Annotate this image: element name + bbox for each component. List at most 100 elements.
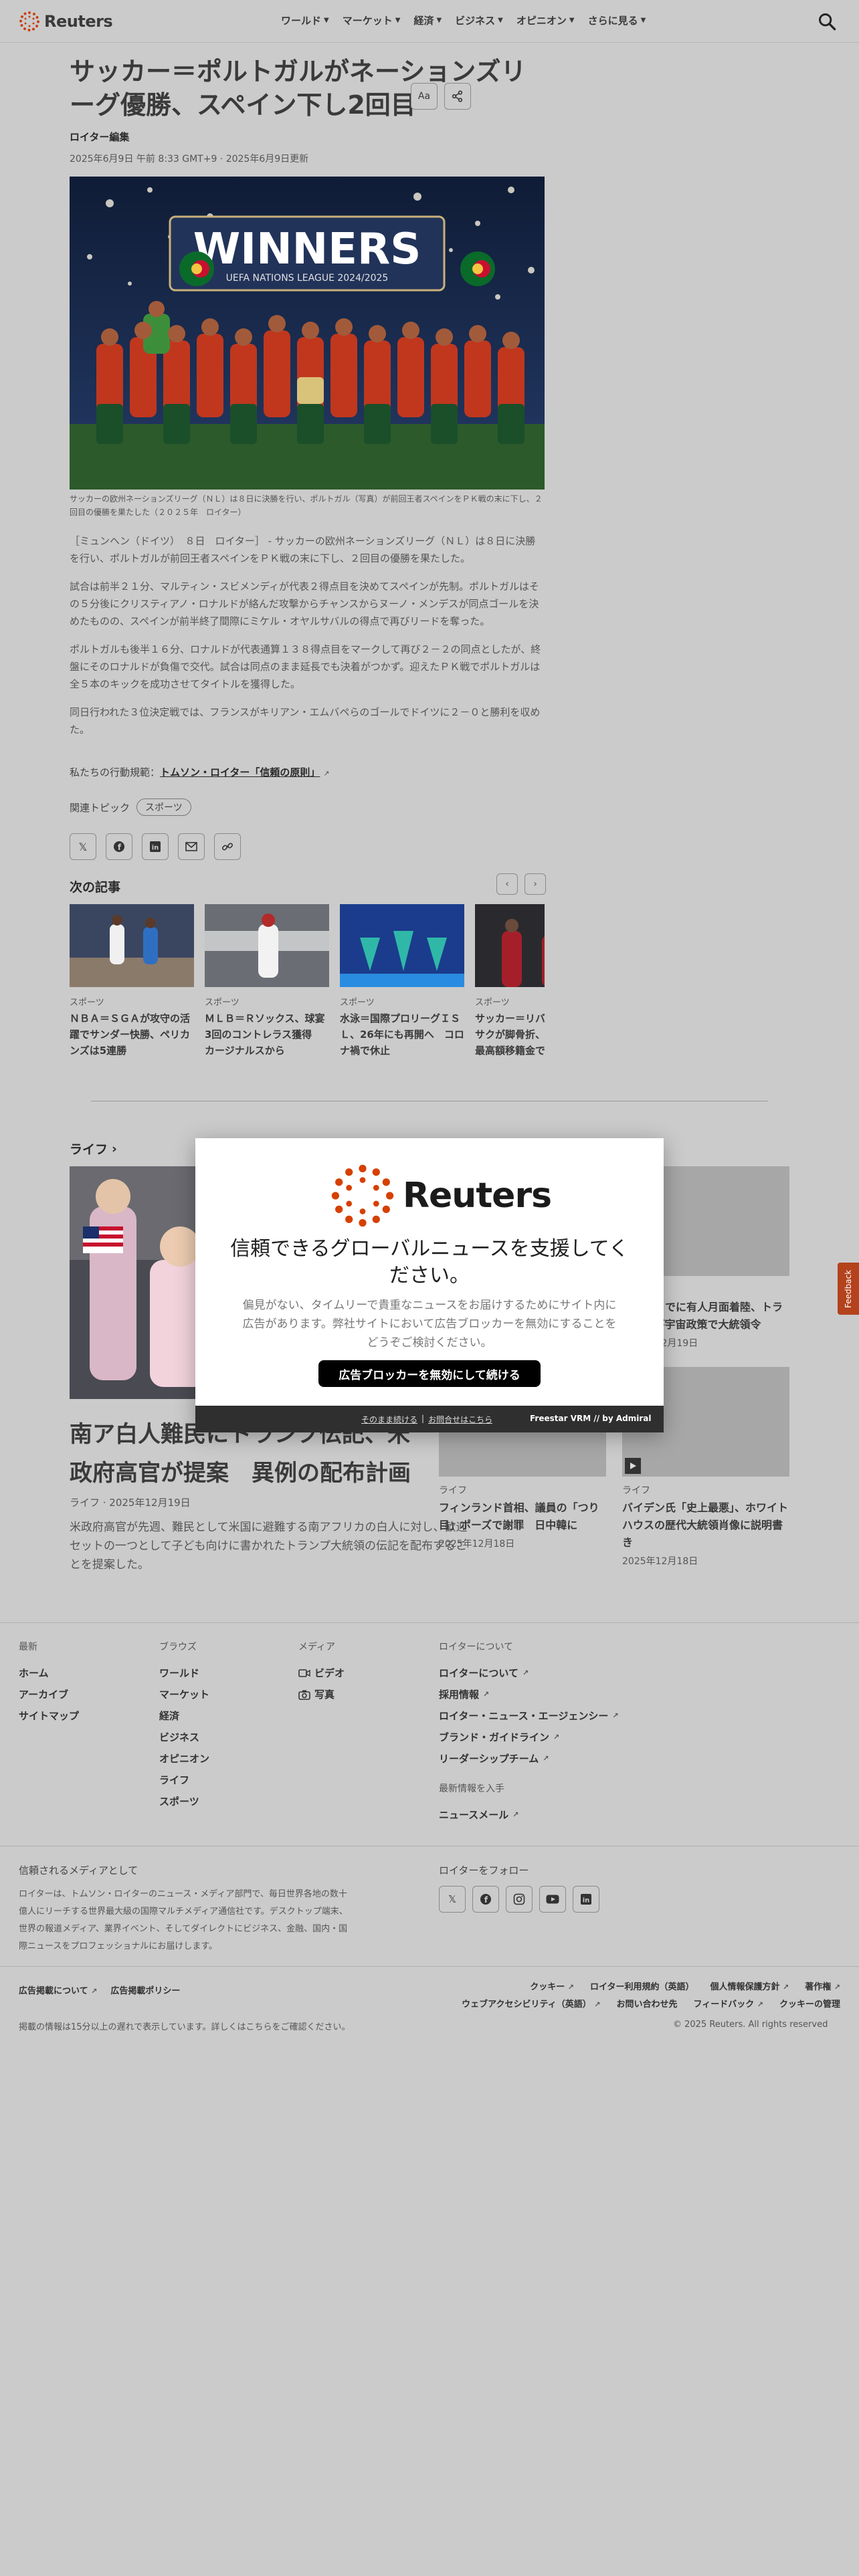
external-link-icon: ↗ [91, 1987, 98, 1996]
legal-link[interactable]: フィードバック ↗ [693, 1998, 763, 2012]
photo-caption: サッカーの欧州ネーションズリーグ（ＮＬ）は８日に決勝を行い、ポルトガル（写真）が… [70, 494, 543, 517]
card-kicker: スポーツ [475, 998, 510, 1008]
hero-photo-illustration: WINNERS UEFA NATIONS LEAGUE 2024/2025 [70, 177, 545, 490]
share-linkedin-button[interactable]: in [142, 833, 169, 860]
feedback-tab[interactable]: Feedback [838, 1263, 859, 1315]
share-email-button[interactable] [178, 833, 205, 860]
legal-link[interactable]: 著作権 ↗ [805, 1981, 840, 1994]
related-topics-label: 関連トピック [70, 801, 130, 814]
card-kicker: スポーツ [70, 998, 104, 1008]
share-x-button[interactable]: 𝕏 [70, 833, 96, 860]
nav-label: 経済 [413, 15, 434, 27]
card-title: 水泳＝国際プロリーグＩＳＬ、26年にも再開へ コロナ禍で休止 [340, 1012, 464, 1057]
footer-col-media: メディア ビデオ 写真 [298, 1640, 345, 1705]
play-icon [625, 1458, 641, 1474]
share-button[interactable] [444, 83, 471, 110]
disable-adblocker-button[interactable]: 広告ブロッカーを無効にして続ける [318, 1360, 541, 1387]
trust-principles-link[interactable]: トムソン・ロイター「信頼の原則」 [160, 766, 320, 778]
article-tools: Aa [411, 83, 471, 110]
next-article-card[interactable]: スポーツ ＭＬＢ＝Ｒソックス、球宴3回のコントレラス獲得 カージナルスから [205, 904, 329, 1065]
article-paragraph: ポルトガルも後半１６分、ロナルドが代表通算１３８得点目をマークして再び２－２の同… [70, 643, 541, 690]
footer-link[interactable]: スポーツ [159, 1791, 209, 1812]
nav-world[interactable]: ワールド ▼ [281, 13, 329, 27]
next-articles-heading: 次の記事 [70, 880, 121, 895]
footer-link[interactable]: ビジネス [159, 1727, 209, 1748]
footer-link[interactable]: ロイターについて ↗ [439, 1662, 619, 1684]
footer-link[interactable]: アーカイブ [19, 1684, 79, 1705]
continue-anyway-link[interactable]: そのまま続ける [361, 1414, 417, 1425]
follow-x-button[interactable]: 𝕏 [439, 1886, 466, 1913]
footer-link[interactable]: ブランド・ガイドライン ↗ [439, 1727, 619, 1748]
nav-more[interactable]: さらに見る ▼ [588, 13, 646, 27]
reuters-logo[interactable]: Reuters [19, 11, 113, 32]
reuters-logo-mark-icon [19, 11, 39, 31]
life-section-heading[interactable]: ライフ › [70, 1140, 117, 1158]
footer-link[interactable]: 採用情報 ↗ [439, 1684, 619, 1705]
chevron-down-icon: ▼ [324, 17, 329, 24]
footer-link[interactable]: ロイター・ニュース・エージェンシー ↗ [439, 1705, 619, 1727]
youtube-icon [546, 1895, 559, 1904]
modal-footer: そのまま続ける | お問合せはこちら Freestar VRM // by Ad… [195, 1406, 664, 1432]
modal-description: 偏見がない、タイムリーで貴重なニュースをお届けするためにサイト内に広告があります… [242, 1299, 617, 1350]
carousel-next-button[interactable]: › [524, 873, 546, 895]
email-icon [185, 842, 197, 851]
life-main-description: 米政府高官が先週、難民として米国に避難する南アフリカの白人に対し、歓迎セットの一… [70, 1521, 468, 1572]
legal-link[interactable]: クッキーの管理 [779, 1998, 840, 2012]
follow-youtube-button[interactable] [539, 1886, 566, 1913]
font-size-button[interactable]: Aa [411, 83, 438, 110]
footer-col-latest: 最新 ホーム アーカイブ サイトマップ [19, 1640, 79, 1727]
footer-link-video[interactable]: ビデオ [298, 1662, 345, 1684]
nav-business[interactable]: ビジネス ▼ [455, 13, 503, 27]
topic-pill-sports[interactable]: スポーツ [136, 798, 191, 816]
footer-link-newsletter[interactable]: ニュースメール ↗ [439, 1804, 619, 1826]
legal-link[interactable]: 個人情報保護方針 ↗ [710, 1981, 789, 1994]
byline[interactable]: ロイター編集 [70, 130, 545, 144]
footer-link[interactable]: リーダーシップチーム ↗ [439, 1748, 619, 1769]
chevron-down-icon: ▼ [569, 17, 575, 24]
copy-link-button[interactable] [214, 833, 241, 860]
follow-facebook-button[interactable]: f [472, 1886, 499, 1913]
footer-link[interactable]: ライフ [159, 1769, 209, 1791]
legal-link[interactable]: 広告掲載について ↗ [19, 1983, 97, 1996]
footer-link[interactable]: サイトマップ [19, 1705, 79, 1727]
follow-instagram-button[interactable] [506, 1886, 533, 1913]
main-menu: ワールド ▼ マーケット ▼ 経済 ▼ ビジネス ▼ オピニオン ▼ さらに見る ▼ [281, 13, 646, 27]
modal-brand-name: Reuters [403, 1176, 552, 1216]
carousel-prev-button[interactable]: ‹ [496, 873, 518, 895]
conduct-prefix: 私たちの行動規範： [70, 766, 161, 778]
facebook-icon: f [114, 841, 124, 852]
external-link-icon: ↗ [834, 1983, 840, 1992]
nav-economy[interactable]: 経済 ▼ [413, 13, 442, 27]
follow-linkedin-button[interactable]: in [573, 1886, 599, 1913]
share-facebook-button[interactable]: f [106, 833, 132, 860]
external-link-icon: ↗ [512, 1810, 519, 1819]
footer-col-about: ロイターについて ロイターについて ↗ 採用情報 ↗ ロイター・ニュース・エージェン… [439, 1640, 619, 1826]
carousel-controls: ‹ › [496, 873, 546, 895]
footer-link[interactable]: ワールド [159, 1662, 209, 1684]
link-icon [221, 843, 233, 851]
footer-legal-left: 広告掲載について ↗ 広告掲載ポリシー [19, 1983, 180, 1996]
hero-photo: WINNERS UEFA NATIONS LEAGUE 2024/2025 [70, 177, 545, 490]
next-article-card[interactable]: スポーツ サッカー＝リバプールのイサクが脚骨折、クラブ史上最高額移籍金で [475, 904, 545, 1065]
next-article-card[interactable]: スポーツ ＮＢＡ＝ＳＧＡが攻守の活躍でサンダー快勝、ペリカンズは5連勝 [70, 904, 194, 1065]
footer-link[interactable]: マーケット [159, 1684, 209, 1705]
nav-label: ワールド [281, 15, 322, 27]
hero-banner-subtext: UEFA NATIONS LEAGUE 2024/2025 [226, 273, 389, 284]
legal-link[interactable]: クッキー ↗ [530, 1981, 574, 1994]
legal-link-label: ロイター利用規約（英語） [589, 1982, 694, 1992]
legal-link[interactable]: お問い合わせ先 [616, 1998, 677, 2012]
contact-link[interactable]: お問合せはこちら [428, 1414, 492, 1425]
legal-link[interactable]: ロイター利用規約（英語） [590, 1981, 694, 1994]
footer-link-photos[interactable]: 写真 [298, 1684, 345, 1705]
legal-link[interactable]: 広告掲載ポリシー [110, 1983, 180, 1996]
legal-link[interactable]: ウェブアクセシビリティ（英語） ↗ [462, 1998, 600, 2012]
nav-opinion[interactable]: オピニオン ▼ [516, 13, 575, 27]
footer-link[interactable]: 経済 [159, 1705, 209, 1727]
search-icon[interactable] [818, 12, 836, 31]
linkedin-icon: in [581, 1894, 591, 1905]
nav-markets[interactable]: マーケット ▼ [343, 13, 401, 27]
footer-link[interactable]: オピニオン [159, 1748, 209, 1769]
next-article-card[interactable]: スポーツ 水泳＝国際プロリーグＩＳＬ、26年にも再開へ コロナ禍で休止 [340, 904, 464, 1065]
footer-link[interactable]: ホーム [19, 1662, 79, 1684]
social-links: 𝕏 f in [439, 1886, 599, 1913]
